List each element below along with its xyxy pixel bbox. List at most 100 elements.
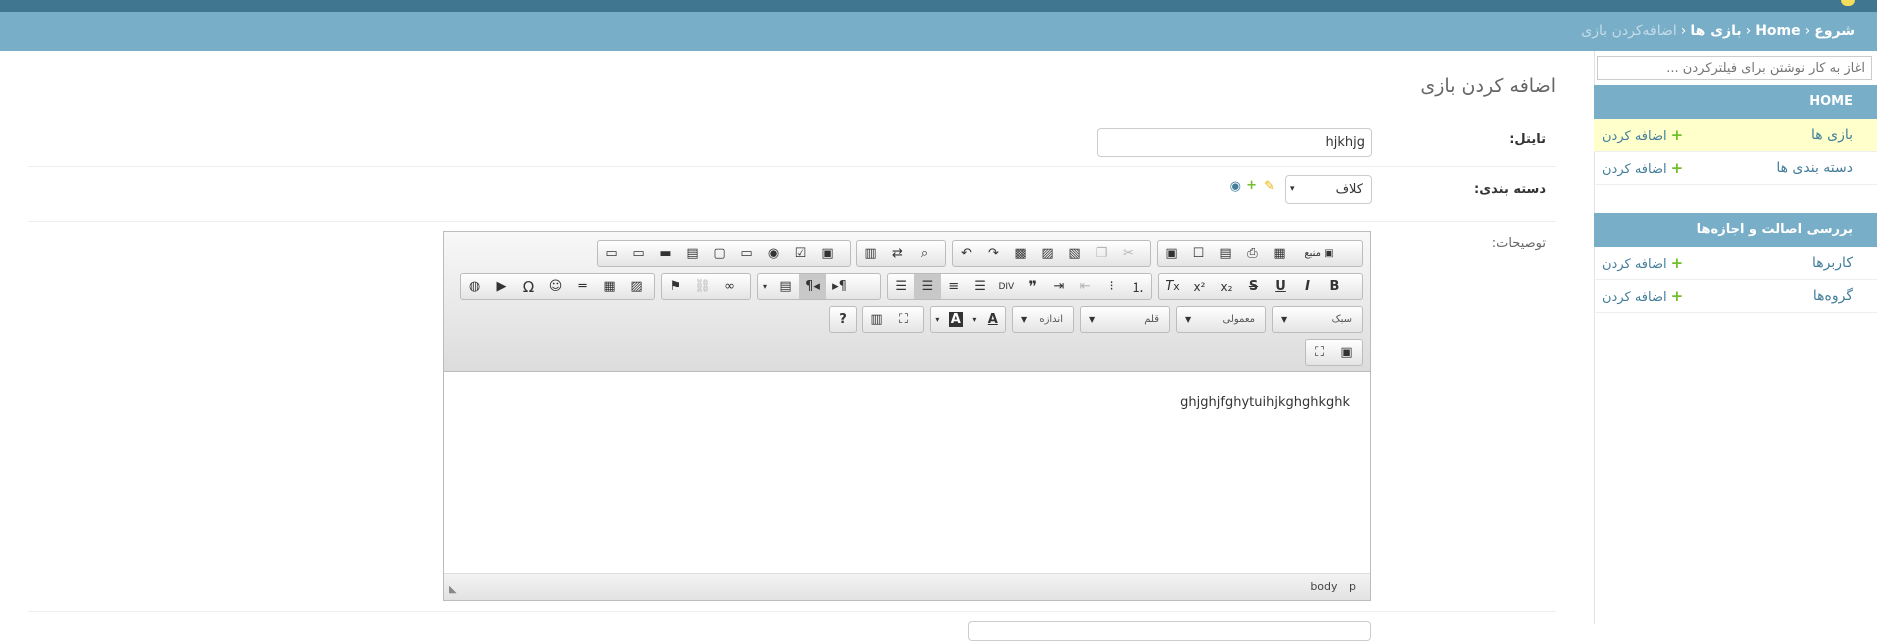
- redo-icon[interactable]: ↷: [980, 241, 1007, 266]
- paste-word-icon[interactable]: ▩: [1007, 241, 1034, 266]
- replace-icon[interactable]: ⇄: [884, 241, 911, 266]
- next-field-input[interactable]: [968, 621, 1371, 641]
- edit-related-icon[interactable]: ✎: [1264, 179, 1275, 194]
- bulleted-list-icon[interactable]: ⁝: [1098, 274, 1124, 299]
- superscript-icon[interactable]: x²: [1186, 274, 1213, 299]
- sidebar-filter-input[interactable]: [1597, 56, 1872, 80]
- special-char-icon[interactable]: Ω: [515, 274, 542, 299]
- add-related-icon[interactable]: +: [1246, 178, 1257, 193]
- subscript-icon[interactable]: x₂: [1213, 274, 1240, 299]
- iframe-icon[interactable]: ◍: [461, 274, 488, 299]
- paste-icon[interactable]: ▧: [1061, 241, 1088, 266]
- size-combo[interactable]: اندازه ▼: [1012, 306, 1074, 333]
- numbered-list-icon[interactable]: ⒈: [1125, 274, 1151, 299]
- show-blocks-icon[interactable]: ▥: [863, 307, 890, 332]
- select-all-icon[interactable]: ▥: [857, 241, 884, 266]
- align-right-icon[interactable]: ☰: [914, 274, 941, 299]
- italic-icon[interactable]: I: [1294, 274, 1321, 299]
- text-color-icon[interactable]: A: [981, 307, 1005, 332]
- help-icon[interactable]: ?: [830, 307, 856, 332]
- toolbar-group-links: ⚑ ⛓ ∞: [661, 273, 751, 300]
- add-category-link[interactable]: +اضافه کردن: [1602, 152, 1683, 184]
- breadcrumb-games[interactable]: بازی ها: [1690, 23, 1741, 39]
- textarea-icon[interactable]: ▢: [706, 241, 733, 266]
- editor-content-area[interactable]: ghjghjfghytuihjkghghkghk: [444, 373, 1370, 573]
- print-icon[interactable]: ⎙: [1239, 241, 1266, 266]
- add-user-link[interactable]: +اضافه کردن: [1602, 247, 1683, 279]
- indent-icon[interactable]: ⇥: [1046, 274, 1072, 299]
- form-icon[interactable]: ▭: [598, 241, 625, 266]
- background-color-icon[interactable]: A: [944, 307, 968, 332]
- bold-icon[interactable]: B: [1321, 274, 1348, 299]
- horizontal-rule-icon[interactable]: ═: [569, 274, 596, 299]
- text-field-icon[interactable]: ▭: [625, 241, 652, 266]
- outdent-icon[interactable]: ⇤: [1072, 274, 1098, 299]
- new-page-icon[interactable]: ☐: [1185, 241, 1212, 266]
- sidebar-item-users[interactable]: کاربرها +اضافه کردن: [1594, 247, 1877, 280]
- anchor-icon[interactable]: ⚑: [662, 274, 689, 299]
- breadcrumb-app[interactable]: Home: [1755, 23, 1800, 39]
- add-group-link[interactable]: +اضافه کردن: [1602, 280, 1683, 312]
- strike-icon[interactable]: S: [1240, 274, 1267, 299]
- image-icon[interactable]: ▨: [623, 274, 650, 299]
- unlink-icon[interactable]: ⛓: [689, 274, 716, 299]
- title-label: تایتل:: [1509, 132, 1546, 147]
- module-caption-auth[interactable]: بررسی اصالت و اجازه‌ها: [1594, 213, 1877, 247]
- breadcrumb-home[interactable]: شروع: [1814, 23, 1855, 39]
- style-combo[interactable]: سبک ▼: [1272, 306, 1363, 333]
- button-icon[interactable]: ▬: [652, 241, 679, 266]
- save-icon[interactable]: ▣: [1158, 241, 1185, 266]
- radio-icon[interactable]: ◉: [760, 241, 787, 266]
- resize-handle-icon[interactable]: ◣: [449, 584, 457, 595]
- copy-icon[interactable]: ❐: [1088, 241, 1115, 266]
- module-caption-home[interactable]: HOME: [1594, 85, 1877, 119]
- sidebar-item-groups[interactable]: گروه‌ها +اضافه کردن: [1594, 280, 1877, 313]
- hidden-field-icon[interactable]: ▭: [733, 241, 760, 266]
- editor-text[interactable]: ghjghjfghytuihjkghghkghk: [1180, 395, 1350, 410]
- sidebar-item-categories[interactable]: دسته بندی ها +اضافه کردن: [1594, 152, 1877, 185]
- table-icon[interactable]: ▦: [596, 274, 623, 299]
- undo-icon[interactable]: ↶: [953, 241, 980, 266]
- image-button-icon[interactable]: ▣: [814, 241, 841, 266]
- add-game-link[interactable]: +اضافه کردن: [1602, 119, 1683, 151]
- checkbox-icon[interactable]: ☑: [787, 241, 814, 266]
- source-button[interactable]: منبع ▣: [1293, 241, 1345, 266]
- category-select[interactable]: کلاف ▾: [1285, 175, 1372, 204]
- align-left-icon[interactable]: ☰: [967, 274, 993, 299]
- bg-color-dropdown-icon[interactable]: ▾: [931, 307, 944, 332]
- preview-icon[interactable]: ▣: [1333, 340, 1360, 365]
- smiley-icon[interactable]: ☺: [542, 274, 569, 299]
- align-center-icon[interactable]: ≡: [941, 274, 967, 299]
- title-input[interactable]: [1097, 128, 1372, 157]
- templates-icon[interactable]: ▦: [1266, 241, 1293, 266]
- maximize-icon[interactable]: ⛶: [1306, 340, 1333, 365]
- div-icon[interactable]: DIV: [993, 274, 1019, 299]
- rtl-icon[interactable]: ¶◂: [799, 274, 826, 299]
- align-justify-icon[interactable]: ☰: [888, 274, 914, 299]
- text-color-dropdown-icon[interactable]: ▾: [968, 307, 981, 332]
- sidebar-item-label[interactable]: دسته بندی ها: [1776, 152, 1853, 184]
- element-path[interactable]: body p: [1310, 580, 1356, 593]
- language-dropdown-icon[interactable]: ▾: [758, 274, 772, 299]
- language-icon[interactable]: ▤: [772, 274, 799, 299]
- sidebar-item-label[interactable]: کاربرها: [1812, 247, 1853, 279]
- blockquote-icon[interactable]: ❞: [1019, 274, 1045, 299]
- plus-icon: +: [1670, 254, 1684, 272]
- flash-icon[interactable]: ▶: [488, 274, 515, 299]
- preview-icon[interactable]: ▤: [1212, 241, 1239, 266]
- find-icon[interactable]: ⌕: [911, 241, 938, 266]
- view-related-icon[interactable]: ◉: [1230, 179, 1241, 194]
- remove-format-icon[interactable]: Tx: [1159, 274, 1186, 299]
- format-combo[interactable]: معمولی ▼: [1176, 306, 1266, 333]
- ltr-icon[interactable]: ▸¶: [826, 274, 853, 299]
- sidebar-item-label[interactable]: بازی ها: [1811, 119, 1853, 151]
- paste-text-icon[interactable]: ▨: [1034, 241, 1061, 266]
- sidebar-item-games[interactable]: بازی ها +اضافه کردن: [1594, 119, 1877, 152]
- font-combo[interactable]: قلم ▼: [1080, 306, 1170, 333]
- link-icon[interactable]: ∞: [716, 274, 743, 299]
- sidebar-item-label[interactable]: گروه‌ها: [1813, 280, 1853, 312]
- select-field-icon[interactable]: ▤: [679, 241, 706, 266]
- maximize-icon[interactable]: ⛶: [890, 307, 917, 332]
- cut-icon[interactable]: ✂: [1115, 241, 1142, 266]
- underline-icon[interactable]: U: [1267, 274, 1294, 299]
